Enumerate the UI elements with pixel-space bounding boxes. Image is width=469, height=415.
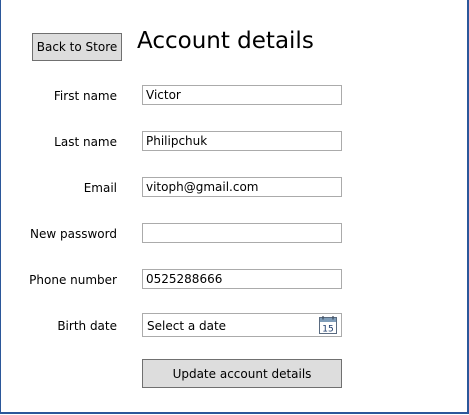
new-password-label: New password (30, 227, 117, 241)
calendar-icon-day: 15 (322, 325, 333, 335)
birth-date-placeholder: Select a date (147, 319, 227, 333)
update-account-details-button[interactable]: Update account details (142, 359, 342, 388)
last-name-field[interactable] (142, 131, 342, 151)
window-frame (0, 0, 469, 414)
phone-number-field[interactable] (142, 269, 342, 289)
first-name-field[interactable] (142, 85, 342, 105)
phone-number-label: Phone number (29, 273, 117, 287)
first-name-label: First name (53, 89, 117, 103)
email-label: Email (83, 181, 117, 195)
back-to-store-button[interactable]: Back to Store (32, 33, 122, 61)
birth-date-label: Birth date (57, 319, 117, 333)
page-title: Account details (137, 28, 314, 54)
birth-date-picker[interactable]: Select a date 15 (142, 313, 342, 337)
calendar-icon[interactable]: 15 (319, 316, 337, 335)
last-name-label: Last name (54, 135, 117, 149)
email-field[interactable] (142, 177, 342, 197)
new-password-field[interactable] (142, 223, 342, 243)
